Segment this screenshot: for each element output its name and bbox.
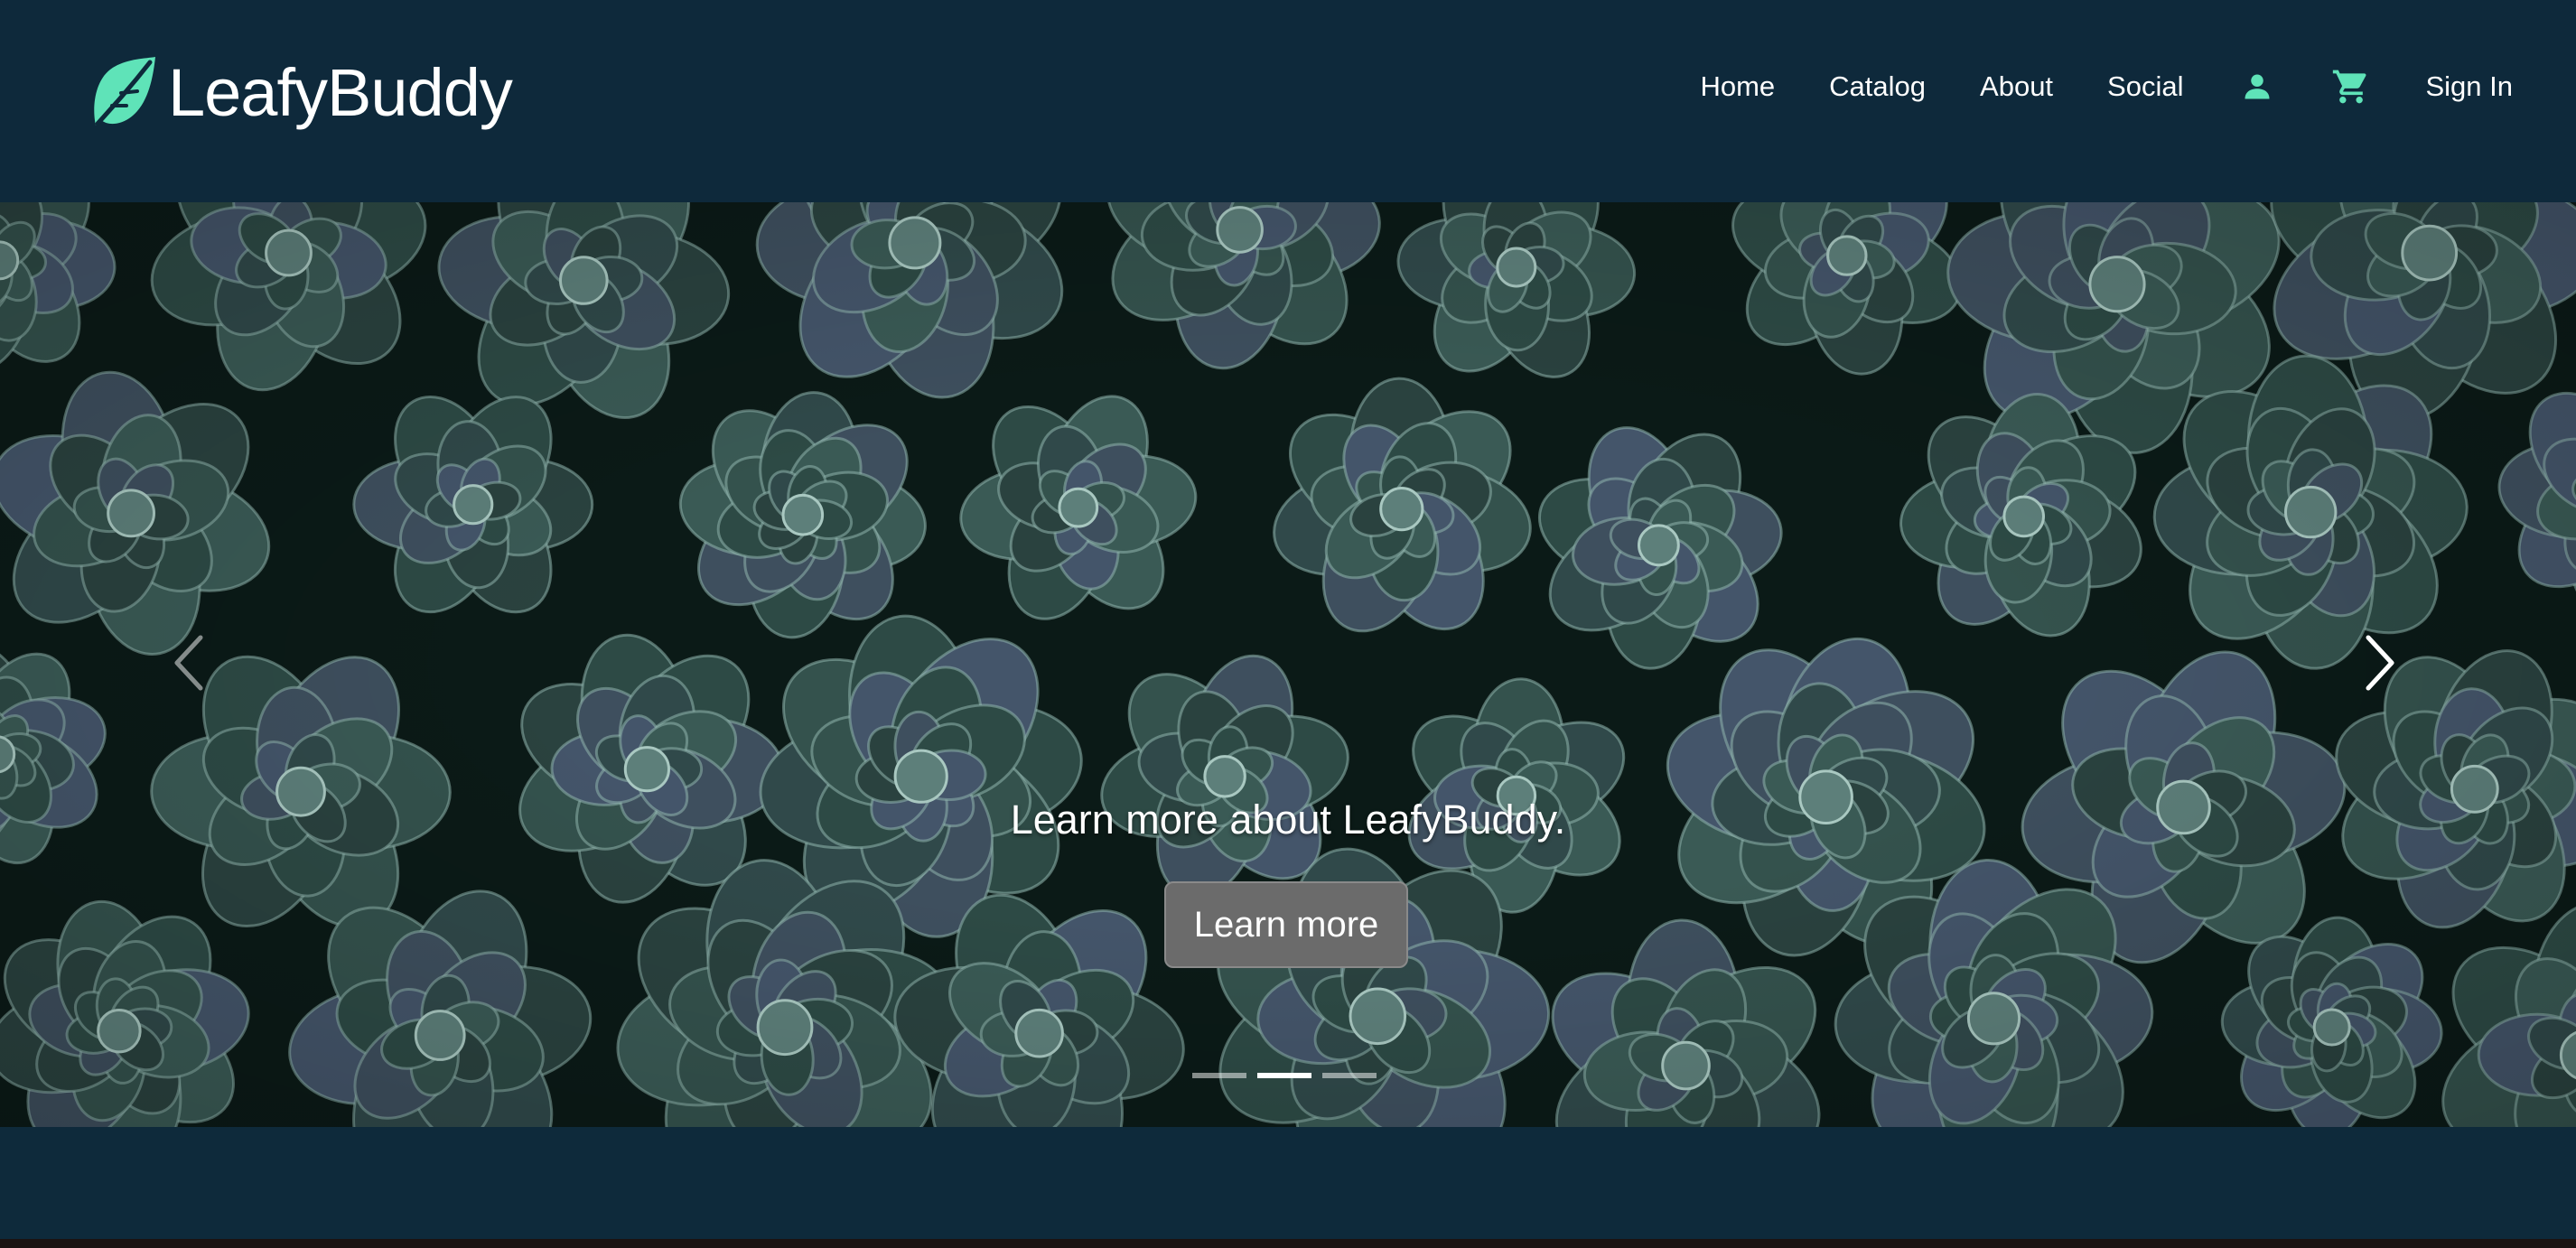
nav-home[interactable]: Home <box>1700 70 1775 103</box>
brand-name: LeafyBuddy <box>168 54 513 130</box>
hero-overlay <box>0 202 2576 1127</box>
carousel-prev-button[interactable] <box>154 609 226 717</box>
leaf-icon <box>94 57 155 126</box>
brand-link[interactable]: LeafyBuddy <box>90 52 513 132</box>
carousel-indicator-3[interactable] <box>1322 1073 1377 1078</box>
sign-in-link[interactable]: Sign In <box>2425 70 2513 103</box>
chevron-left-icon <box>174 635 203 691</box>
navbar: LeafyBuddy Home Catalog About Social Sig… <box>0 0 2576 202</box>
nav-about[interactable]: About <box>1980 70 2053 103</box>
carousel-next-button[interactable] <box>2343 609 2415 717</box>
carousel-caption: Learn more about LeafyBuddy. <box>0 796 2576 843</box>
chevron-right-icon <box>2366 635 2394 691</box>
nav-catalog[interactable]: Catalog <box>1829 70 1926 103</box>
main-nav: Home Catalog About Social Sign In <box>1700 60 2513 114</box>
learn-more-button[interactable]: Learn more <box>1164 881 1408 968</box>
carousel-indicator-1[interactable] <box>1192 1073 1246 1078</box>
carousel-indicators <box>1192 1073 1387 1078</box>
account-icon[interactable] <box>2237 67 2277 107</box>
hero-carousel: Learn more about LeafyBuddy. Learn more <box>0 202 2576 1127</box>
page-content-area <box>0 1127 2576 1239</box>
caption-text: Learn more about LeafyBuddy. <box>1010 796 1566 843</box>
nav-social[interactable]: Social <box>2107 70 2183 103</box>
carousel-indicator-2[interactable] <box>1257 1073 1311 1078</box>
window-bottom-edge <box>0 1239 2576 1248</box>
page: LeafyBuddy Home Catalog About Social Sig… <box>0 0 2576 1248</box>
shopping-cart-icon[interactable] <box>2331 67 2371 107</box>
